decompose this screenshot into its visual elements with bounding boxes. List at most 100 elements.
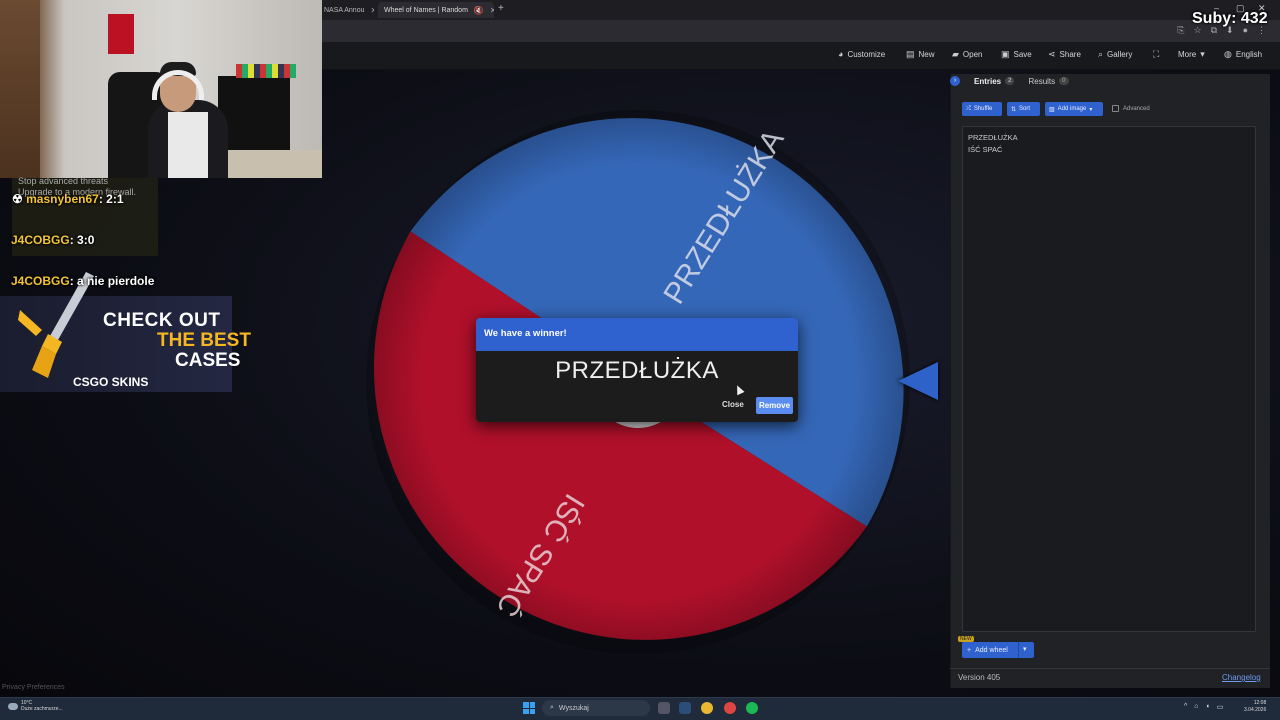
chat-username: J4COBGG <box>11 274 70 288</box>
webcam-shelf-object <box>108 14 134 54</box>
sort-label: Sort <box>1019 106 1031 112</box>
add-wheel-button[interactable]: + Add wheel ▾ <box>962 642 1034 658</box>
network-icon[interactable]: ⌂ <box>1194 703 1198 711</box>
app-icon[interactable] <box>724 702 736 714</box>
advanced-toggle[interactable]: Advanced <box>1112 105 1150 112</box>
file-icon: ▤ <box>906 49 915 59</box>
results-count-badge: 0 <box>1059 77 1069 85</box>
shuffle-icon: ⤮ <box>966 105 971 112</box>
weather-widget[interactable]: 10°C Duże zachmurze... <box>8 700 63 712</box>
subscriber-counter: Suby: 432 <box>1192 10 1268 27</box>
language-button[interactable]: ◍ English <box>1224 49 1262 60</box>
wheel-pointer-arrow <box>898 362 938 400</box>
mute-tab-icon[interactable]: 🔇 <box>474 6 484 15</box>
browser-tab-wheel-of-names[interactable]: Wheel of Names | Random 🔇 ✕ <box>378 2 494 18</box>
image-icon: ▨ <box>1049 106 1055 113</box>
language-label: English <box>1235 50 1263 59</box>
shuffle-button[interactable]: ⤮ Shuffle <box>962 102 1002 116</box>
battery-icon[interactable]: ▭ <box>1217 703 1224 711</box>
new-label: New <box>918 50 935 59</box>
advanced-checkbox[interactable] <box>1112 105 1119 112</box>
entries-count-badge: 2 <box>1005 77 1015 85</box>
new-tab-button[interactable]: + <box>498 3 504 14</box>
csgo-ad-line2: THE BEST <box>157 330 251 351</box>
chat-text: 2:1 <box>106 192 124 206</box>
new-button[interactable]: ▤ New <box>906 49 935 60</box>
more-label: More <box>1178 50 1197 59</box>
chevron-down-icon: ▾ <box>1200 49 1205 59</box>
more-menu-button[interactable]: More ▾ <box>1178 49 1205 60</box>
changelog-link[interactable]: Changelog <box>1222 673 1261 682</box>
customize-button[interactable]: ◕ Customize <box>838 49 885 59</box>
steam-icon[interactable] <box>679 702 691 714</box>
save-button[interactable]: ▣ Save <box>1001 49 1032 60</box>
save-label: Save <box>1013 50 1032 59</box>
chat-message: J4COBGG: a nie pierdole <box>11 274 155 288</box>
open-label: Open <box>962 50 983 59</box>
webcam-door <box>0 0 40 178</box>
search-icon: ⌕ <box>550 704 554 711</box>
close-tab-icon[interactable]: ✕ <box>490 6 494 15</box>
screen: NASA Annou ✕ Wheel of Names | Random 🔇 ✕… <box>0 0 1280 720</box>
sort-button[interactable]: ⇅ Sort <box>1007 102 1040 116</box>
entry-line: IŚĆ SPAĆ <box>968 145 1003 154</box>
chevron-down-icon[interactable]: ▾ <box>1023 645 1027 653</box>
share-label: Share <box>1059 50 1081 59</box>
sort-icon: ⇅ <box>1011 106 1017 113</box>
chevron-down-icon: ▾ <box>1089 106 1093 113</box>
tab-results[interactable]: Results 0 <box>1028 76 1069 86</box>
advanced-label: Advanced <box>1123 105 1150 112</box>
webcam-shelf-items <box>236 64 296 78</box>
add-image-button[interactable]: ▨ Add image ▾ <box>1045 102 1103 116</box>
collapse-panel-icon[interactable]: › <box>950 76 960 86</box>
add-image-label: Add image <box>1057 106 1087 112</box>
fullscreen-icon: ⛶ <box>1153 49 1160 59</box>
add-wheel-label: Add wheel <box>975 646 1008 654</box>
csgo-ad-line3: CASES <box>175 350 241 371</box>
taskbar-clock[interactable]: 12:08 3.04.2026 <box>1244 700 1266 714</box>
chat-username: J4COBGG <box>11 233 70 247</box>
winner-name: PRZEDŁUŻKA <box>555 357 719 384</box>
tab-results-label: Results <box>1028 76 1056 86</box>
dialog-title: We have a winner! <box>476 318 798 351</box>
task-view-icon[interactable] <box>658 702 670 714</box>
palette-icon: ◕ <box>838 49 844 59</box>
plus-icon: + <box>967 646 972 654</box>
translate-icon[interactable]: ⎘ <box>1177 25 1184 36</box>
search-icon: ⌕ <box>1098 49 1104 59</box>
weather-text: 10°C Duże zachmurze... <box>21 700 63 712</box>
weather-desc: Duże zachmurze... <box>21 706 63 712</box>
open-button[interactable]: ▰ Open <box>952 49 983 60</box>
chevron-up-icon[interactable]: ^ <box>1184 703 1187 711</box>
taskbar-search[interactable]: ⌕ Wyszukaj <box>542 700 650 716</box>
panel-tabs: › Entries 2 Results 0 <box>950 76 1069 86</box>
clock-time: 12:08 <box>1253 700 1267 706</box>
tab-entries[interactable]: Entries 2 <box>974 77 1015 86</box>
save-icon: ▣ <box>1001 49 1010 59</box>
streamer-shirt <box>168 112 208 178</box>
shuffle-label: Shuffle <box>973 106 993 112</box>
chat-message: ☢ masnyben67: 2:1 <box>12 192 124 206</box>
folder-icon: ▰ <box>952 49 959 59</box>
close-button[interactable]: Close <box>722 400 744 409</box>
fullscreen-button[interactable]: ⛶ <box>1153 49 1159 60</box>
close-tab-icon[interactable]: ✕ <box>370 6 374 15</box>
privacy-preferences-link[interactable]: Privacy Preferences <box>2 684 65 691</box>
share-button[interactable]: ⋖ Share <box>1048 49 1081 60</box>
entry-line: PRZEDŁUŻKA <box>968 133 1018 142</box>
windows-start-icon[interactable] <box>523 702 535 714</box>
chat-text: 3:0 <box>77 233 95 247</box>
tab-title: Wheel of Names | Random <box>384 6 468 14</box>
badge-icon: ☢ <box>12 192 23 206</box>
remove-button[interactable]: Remove <box>756 397 793 414</box>
entries-textarea[interactable]: PRZEDŁUŻKA IŚĆ SPAĆ <box>962 126 1256 632</box>
csgo-skins-logo: CSGO SKINS <box>73 375 149 389</box>
volume-icon[interactable]: ◖ <box>1206 703 1210 711</box>
tab-title: NASA Annou <box>324 6 365 14</box>
gallery-button[interactable]: ⌕ Gallery <box>1098 49 1132 60</box>
gallery-label: Gallery <box>1107 50 1133 59</box>
csgo-ad-line1: CHECK OUT <box>103 310 221 331</box>
browser-tab-nasa[interactable]: NASA Annou ✕ <box>318 2 374 18</box>
chrome-icon[interactable] <box>701 702 713 714</box>
spotify-icon[interactable] <box>746 702 758 714</box>
